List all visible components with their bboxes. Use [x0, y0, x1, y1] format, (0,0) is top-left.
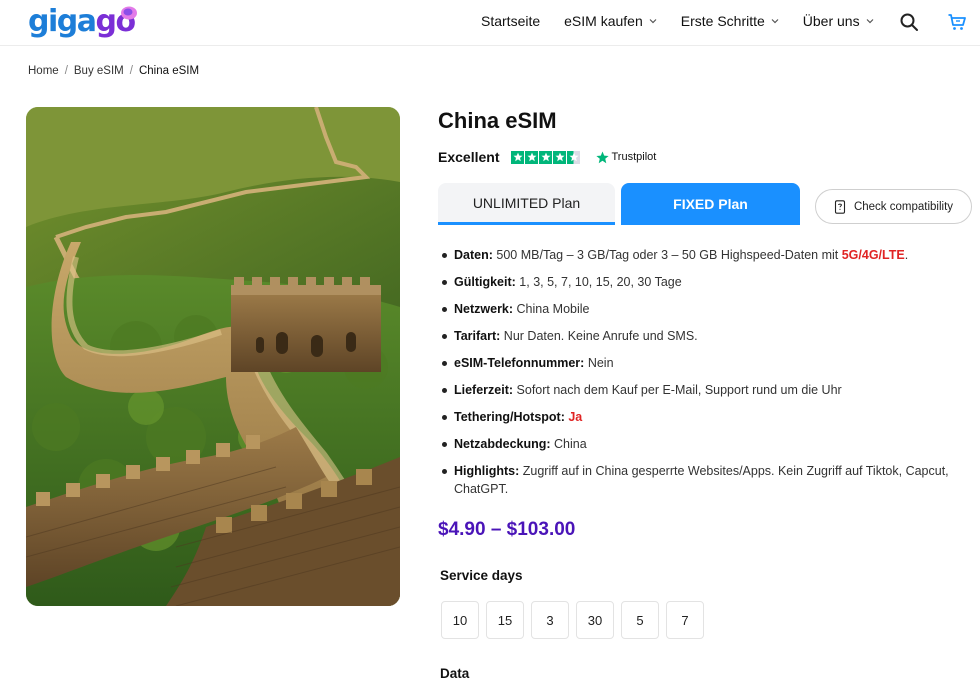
feature-value: China: [554, 437, 587, 451]
plan-tabs: UNLIMITED Plan FIXED Plan: [438, 183, 800, 225]
search-icon[interactable]: [899, 12, 919, 32]
nav-label: Erste Schritte: [680, 13, 765, 29]
feature-item-netzabdeckung: Netzabdeckung: China: [438, 435, 968, 453]
page-title: China eSIM: [438, 108, 557, 133]
feature-list: Daten: 500 MB/Tag – 3 GB/Tag oder 3 – 50…: [438, 246, 968, 507]
feature-item-tethering: Tethering/Hotspot: Ja: [438, 408, 968, 426]
phone-check-icon: [834, 199, 846, 214]
feature-value: China Mobile: [516, 302, 590, 316]
service-days-label: Service days: [440, 568, 523, 583]
service-day-option[interactable]: 5: [621, 601, 659, 639]
nav-item-ueber-uns[interactable]: Über uns: [803, 12, 874, 30]
nav-item-startseite[interactable]: Startseite: [481, 12, 540, 30]
breadcrumb-current: China eSIM: [138, 65, 200, 77]
feature-value: Sofort nach dem Kauf per E-Mail, Support…: [516, 383, 842, 397]
nav-item-erste-schritte[interactable]: Erste Schritte: [681, 12, 779, 30]
rating-label: Excellent: [438, 149, 500, 165]
trustpilot-text: Trustpilot: [611, 151, 657, 163]
breadcrumb-buy-esim[interactable]: Buy eSIM: [74, 65, 124, 77]
check-compatibility-label: Check compatibility: [853, 200, 954, 213]
trustpilot-rating[interactable]: Excellent Trustpilot: [438, 149, 656, 165]
trustpilot-logo: Trustpilot: [596, 151, 656, 164]
product-image: [26, 107, 400, 606]
feature-item-netzwerk: Netzwerk: China Mobile: [438, 300, 968, 318]
feature-item-daten: Daten: 500 MB/Tag – 3 GB/Tag oder 3 – 50…: [438, 246, 968, 264]
watchtower: [231, 277, 381, 372]
feature-key: eSIM-Telefonnummer:: [454, 356, 585, 370]
breadcrumb-home[interactable]: Home: [28, 65, 59, 77]
feature-value: 500 MB/Tag – 3 GB/Tag oder 3 – 50 GB Hig…: [496, 248, 842, 262]
rating-stars: [511, 150, 581, 164]
feature-item-gueltigkeit: Gültigkeit: 1, 3, 5, 7, 10, 15, 20, 30 T…: [438, 273, 968, 291]
star-icon: [553, 150, 567, 164]
main-nav: Startseite eSIM kaufen Erste Schritte Üb…: [481, 12, 898, 30]
feature-key: Gültigkeit:: [454, 275, 516, 289]
feature-value: Zugriff auf in China gesperrte Websites/…: [454, 464, 949, 496]
site-header: gigago Startseite eSIM kaufen Erste Schr…: [0, 0, 980, 46]
great-wall-illustration: [26, 107, 400, 606]
feature-suffix: .: [904, 248, 909, 262]
feature-highlight: 5G/4G/LTE: [841, 248, 905, 262]
feature-key: Netzwerk:: [454, 302, 514, 316]
tab-unlimited-plan[interactable]: UNLIMITED Plan: [438, 183, 615, 225]
service-day-option[interactable]: 30: [576, 601, 614, 639]
feature-key: Netzabdeckung:: [454, 437, 551, 451]
check-compatibility-button[interactable]: Check compatibility: [815, 189, 972, 224]
feature-item-tarifart: Tarifart: Nur Daten. Keine Anrufe und SM…: [438, 327, 968, 345]
site-logo[interactable]: gigago: [28, 3, 137, 39]
feature-key: Highlights:: [454, 464, 520, 478]
feature-key: Daten:: [454, 248, 493, 262]
nav-item-esim-kaufen[interactable]: eSIM kaufen: [564, 12, 657, 30]
star-icon: [525, 150, 539, 164]
feature-item-lieferzeit: Lieferzeit: Sofort nach dem Kauf per E-M…: [438, 381, 968, 399]
logo-mark-icon: [121, 6, 137, 20]
price-range: $4.90 – $103.00: [438, 519, 576, 540]
feature-value: Nein: [587, 356, 614, 370]
header-actions: [899, 12, 967, 32]
star-icon: [511, 150, 525, 164]
cart-icon[interactable]: [947, 12, 967, 32]
feature-value: Nur Daten. Keine Anrufe und SMS.: [503, 329, 698, 343]
service-day-option[interactable]: 15: [486, 601, 524, 639]
feature-key: Tarifart:: [454, 329, 501, 343]
star-icon: [539, 150, 553, 164]
data-label: Data: [440, 666, 470, 681]
logo-text: gigago: [28, 4, 136, 39]
nav-label: Startseite: [481, 13, 541, 29]
trustpilot-star-icon: [596, 151, 610, 163]
tab-fixed-plan[interactable]: FIXED Plan: [621, 183, 800, 225]
feature-highlight: Ja: [568, 410, 583, 424]
half-star-icon: [567, 150, 581, 164]
breadcrumb-separator: /: [129, 65, 133, 77]
service-days-options: 10 15 3 30 5 7: [441, 601, 704, 639]
feature-item-highlights: Highlights: Zugriff auf in China gesperr…: [438, 462, 968, 498]
breadcrumb-separator: /: [64, 65, 68, 77]
feature-key: Tethering/Hotspot:: [454, 410, 565, 424]
nav-label: eSIM kaufen: [564, 13, 643, 29]
chevron-down-icon: [866, 19, 874, 24]
breadcrumb: Home / Buy eSIM / China eSIM: [28, 65, 199, 77]
chevron-down-icon: [771, 19, 779, 24]
feature-value: 1, 3, 5, 7, 10, 15, 20, 30 Tage: [519, 275, 682, 289]
service-day-option[interactable]: 3: [531, 601, 569, 639]
feature-key: Lieferzeit:: [454, 383, 514, 397]
nav-label: Über uns: [802, 13, 860, 29]
service-day-option[interactable]: 7: [666, 601, 704, 639]
chevron-down-icon: [649, 19, 657, 24]
feature-item-telefonnummer: eSIM-Telefonnummer: Nein: [438, 354, 968, 372]
service-day-option[interactable]: 10: [441, 601, 479, 639]
